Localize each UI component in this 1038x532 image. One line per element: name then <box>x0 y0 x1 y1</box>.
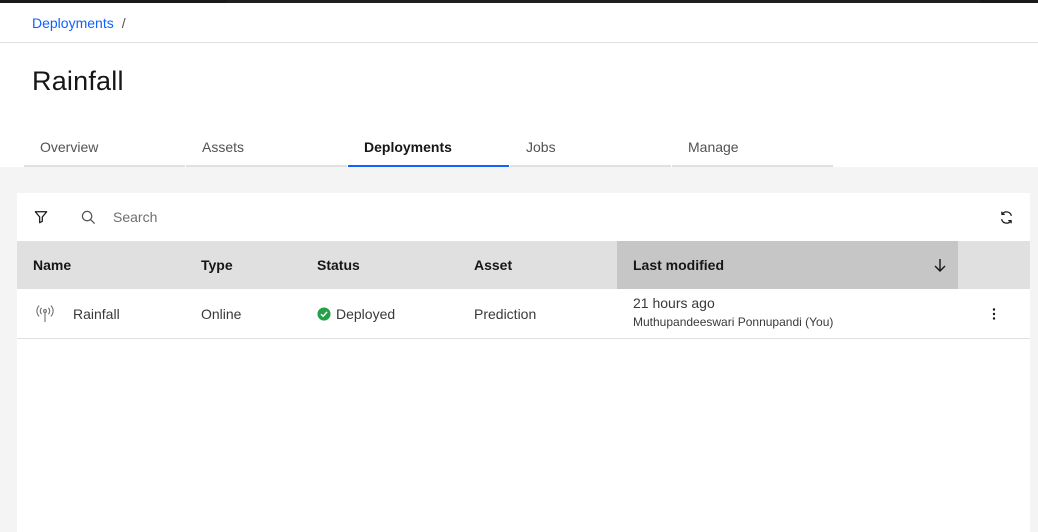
search-icon <box>81 209 97 225</box>
refresh-button[interactable] <box>982 193 1030 241</box>
tab-overview[interactable]: Overview <box>24 128 185 167</box>
breadcrumb-link-deployments[interactable]: Deployments <box>32 15 114 31</box>
tab-deployments[interactable]: Deployments <box>348 128 509 167</box>
row-modified-by: Muthupandeeswari Ponnupandi (You) <box>633 315 834 329</box>
table-header: Name Type Status Asset Last modified <box>17 241 1030 289</box>
column-header-type[interactable]: Type <box>185 241 301 289</box>
row-type: Online <box>201 305 242 322</box>
row-status: Deployed <box>317 289 395 338</box>
status-text: Deployed <box>336 305 396 322</box>
deployments-table-card: Name Type Status Asset Last modified Rai… <box>17 193 1030 532</box>
tab-manage[interactable]: Manage <box>672 128 833 167</box>
page-title: Rainfall <box>32 66 124 96</box>
search-input[interactable] <box>113 209 613 225</box>
column-header-asset[interactable]: Asset <box>458 241 617 289</box>
column-header-status[interactable]: Status <box>301 241 458 289</box>
row-asset: Prediction <box>474 305 537 322</box>
tab-jobs[interactable]: Jobs <box>510 128 671 167</box>
column-header-last-modified-label: Last modified <box>633 257 725 273</box>
search-box <box>65 193 665 241</box>
row-modified-time: 21 hours ago <box>633 295 715 311</box>
overflow-menu-icon <box>992 308 996 320</box>
filter-button[interactable] <box>17 193 65 241</box>
filter-icon <box>34 211 48 224</box>
table-toolbar <box>17 193 1030 241</box>
arrow-down-icon <box>934 259 946 272</box>
column-header-last-modified[interactable]: Last modified <box>617 241 958 289</box>
check-circle-icon <box>317 306 331 321</box>
tab-assets[interactable]: Assets <box>186 128 347 167</box>
row-overflow-menu-button[interactable] <box>978 290 1010 338</box>
tab-bar: Overview Assets Deployments Jobs Manage <box>24 128 834 167</box>
breadcrumb: Deployments / <box>0 3 1038 43</box>
online-deployment-icon <box>36 305 54 322</box>
breadcrumb-separator: / <box>121 14 126 31</box>
column-header-name[interactable]: Name <box>17 241 185 289</box>
table-row[interactable]: Rainfall Online Deployed Prediction 21 h… <box>17 289 1030 339</box>
row-name[interactable]: Rainfall <box>73 289 120 338</box>
refresh-icon <box>1000 210 1012 224</box>
